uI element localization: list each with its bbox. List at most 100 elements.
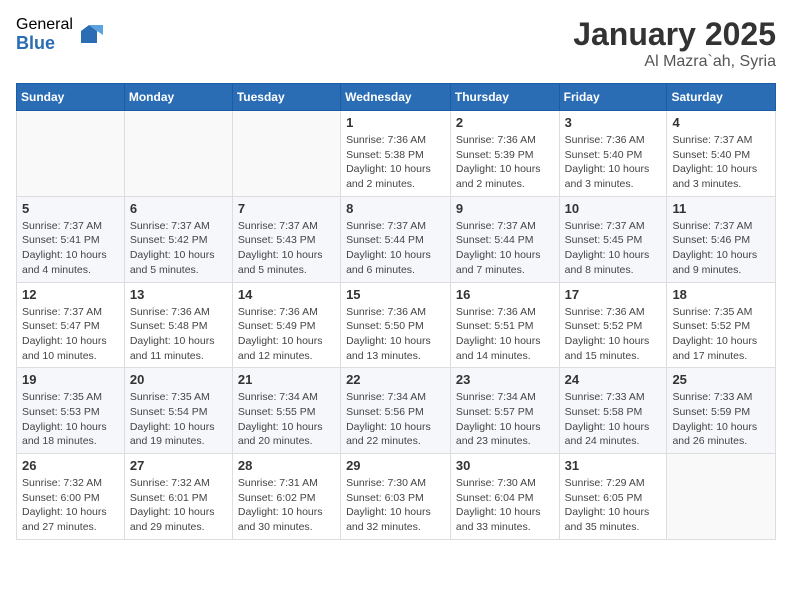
day-number: 1 [346,115,445,130]
calendar-cell: 15 Sunrise: 7:36 AM Sunset: 5:50 PM Dayli… [341,282,451,368]
day-info: Sunrise: 7:37 AM Sunset: 5:41 PM Dayligh… [22,219,119,278]
calendar-week-row: 26Sunrise: 7:32 AM Sunset: 6:00 PM Dayli… [17,454,776,540]
day-number: 16 [456,287,554,302]
day-number: 22 [346,372,445,387]
day-info: Sunrise: 7:33 AM Sunset: 5:58 PM Dayligh… [565,390,662,449]
day-info: Sunrise: 7:35 AM Sunset: 5:52 PM Dayligh… [672,305,770,364]
calendar-cell: 29 Sunrise: 7:30 AM Sunset: 6:03 PM Dayli… [341,454,451,540]
calendar-cell: 31 Sunrise: 7:29 AM Sunset: 6:05 PM Dayli… [559,454,667,540]
calendar-cell: 12Sunrise: 7:37 AM Sunset: 5:47 PM Dayli… [17,282,125,368]
day-number: 26 [22,458,119,473]
calendar-week-row: 1Sunrise: 7:36 AM Sunset: 5:38 PM Daylig… [17,111,776,197]
calendar-cell: 4Sunrise: 7:37 AM Sunset: 5:40 PM Daylig… [667,111,776,197]
day-info: Sunrise: 7:37 AM Sunset: 5:44 PM Dayligh… [346,219,445,278]
day-number: 31 [565,458,662,473]
calendar-cell [232,111,340,197]
day-number: 24 [565,372,662,387]
day-number: 14 [238,287,335,302]
calendar-cell: 11 Sunrise: 7:37 AM Sunset: 5:46 PM Dayli… [667,196,776,282]
day-number: 27 [130,458,227,473]
day-info: Sunrise: 7:29 AM Sunset: 6:05 PM Dayligh… [565,476,662,535]
calendar-cell: 3Sunrise: 7:36 AM Sunset: 5:40 PM Daylig… [559,111,667,197]
day-info: Sunrise: 7:36 AM Sunset: 5:39 PM Dayligh… [456,133,554,192]
day-info: Sunrise: 7:35 AM Sunset: 5:54 PM Dayligh… [130,390,227,449]
weekday-header: Tuesday [232,84,340,111]
weekday-header: Friday [559,84,667,111]
day-info: Sunrise: 7:36 AM Sunset: 5:50 PM Dayligh… [346,305,445,364]
calendar-cell: 24 Sunrise: 7:33 AM Sunset: 5:58 PM Dayli… [559,368,667,454]
calendar-cell [667,454,776,540]
day-number: 28 [238,458,335,473]
day-number: 20 [130,372,227,387]
weekday-header: Wednesday [341,84,451,111]
calendar-cell: 25 Sunrise: 7:33 AM Sunset: 5:59 PM Dayli… [667,368,776,454]
day-number: 25 [672,372,770,387]
title-block: January 2025 Al Mazra`ah, Syria [573,16,776,71]
day-number: 17 [565,287,662,302]
day-info: Sunrise: 7:36 AM Sunset: 5:52 PM Dayligh… [565,305,662,364]
calendar-cell: 6Sunrise: 7:37 AM Sunset: 5:42 PM Daylig… [124,196,232,282]
day-number: 2 [456,115,554,130]
calendar-week-row: 12Sunrise: 7:37 AM Sunset: 5:47 PM Dayli… [17,282,776,368]
calendar-cell: 17 Sunrise: 7:36 AM Sunset: 5:52 PM Dayli… [559,282,667,368]
calendar-cell: 1Sunrise: 7:36 AM Sunset: 5:38 PM Daylig… [341,111,451,197]
day-info: Sunrise: 7:30 AM Sunset: 6:03 PM Dayligh… [346,476,445,535]
day-info: Sunrise: 7:34 AM Sunset: 5:57 PM Dayligh… [456,390,554,449]
calendar-cell: 27 Sunrise: 7:32 AM Sunset: 6:01 PM Dayli… [124,454,232,540]
day-info: Sunrise: 7:37 AM Sunset: 5:43 PM Dayligh… [238,219,335,278]
day-number: 13 [130,287,227,302]
calendar-cell: 13 Sunrise: 7:36 AM Sunset: 5:48 PM Dayli… [124,282,232,368]
calendar-cell [17,111,125,197]
calendar-cell [124,111,232,197]
day-number: 21 [238,372,335,387]
day-number: 8 [346,201,445,216]
day-info: Sunrise: 7:35 AM Sunset: 5:53 PM Dayligh… [22,390,119,449]
day-info: Sunrise: 7:37 AM Sunset: 5:46 PM Dayligh… [672,219,770,278]
calendar-cell: 19 Sunrise: 7:35 AM Sunset: 5:53 PM Dayli… [17,368,125,454]
day-info: Sunrise: 7:36 AM Sunset: 5:51 PM Dayligh… [456,305,554,364]
day-info: Sunrise: 7:37 AM Sunset: 5:45 PM Dayligh… [565,219,662,278]
calendar-cell: 10 Sunrise: 7:37 AM Sunset: 5:45 PM Dayli… [559,196,667,282]
calendar-cell: 5 Sunrise: 7:37 AM Sunset: 5:41 PM Daylig… [17,196,125,282]
day-number: 29 [346,458,445,473]
day-number: 5 [22,201,119,216]
day-info: Sunrise: 7:31 AM Sunset: 6:02 PM Dayligh… [238,476,335,535]
day-number: 11 [672,201,770,216]
calendar-cell: 18 Sunrise: 7:35 AM Sunset: 5:52 PM Dayli… [667,282,776,368]
calendar-cell: 22Sunrise: 7:34 AM Sunset: 5:56 PM Dayli… [341,368,451,454]
weekday-header: Saturday [667,84,776,111]
calendar-cell: 21Sunrise: 7:34 AM Sunset: 5:55 PM Dayli… [232,368,340,454]
day-info: Sunrise: 7:36 AM Sunset: 5:48 PM Dayligh… [130,305,227,364]
day-info: Sunrise: 7:32 AM Sunset: 6:01 PM Dayligh… [130,476,227,535]
calendar-subtitle: Al Mazra`ah, Syria [573,53,776,71]
day-number: 7 [238,201,335,216]
day-info: Sunrise: 7:33 AM Sunset: 5:59 PM Dayligh… [672,390,770,449]
day-number: 18 [672,287,770,302]
day-info: Sunrise: 7:36 AM Sunset: 5:49 PM Dayligh… [238,305,335,364]
logo-blue: Blue [16,34,73,54]
day-number: 12 [22,287,119,302]
calendar-cell: 16 Sunrise: 7:36 AM Sunset: 5:51 PM Dayli… [450,282,559,368]
calendar-cell: 23 Sunrise: 7:34 AM Sunset: 5:57 PM Dayli… [450,368,559,454]
weekday-header: Thursday [450,84,559,111]
day-number: 4 [672,115,770,130]
calendar-cell: 8 Sunrise: 7:37 AM Sunset: 5:44 PM Daylig… [341,196,451,282]
day-info: Sunrise: 7:36 AM Sunset: 5:40 PM Dayligh… [565,133,662,192]
calendar-title: January 2025 [573,16,776,53]
day-number: 23 [456,372,554,387]
calendar-cell: 14 Sunrise: 7:36 AM Sunset: 5:49 PM Dayli… [232,282,340,368]
logo: General Blue [16,16,103,53]
day-number: 19 [22,372,119,387]
calendar-cell: 30Sunrise: 7:30 AM Sunset: 6:04 PM Dayli… [450,454,559,540]
page-header: General Blue January 2025 Al Mazra`ah, S… [16,16,776,71]
calendar-cell: 7 Sunrise: 7:37 AM Sunset: 5:43 PM Daylig… [232,196,340,282]
weekday-header: Sunday [17,84,125,111]
calendar-cell: 26Sunrise: 7:32 AM Sunset: 6:00 PM Dayli… [17,454,125,540]
day-number: 15 [346,287,445,302]
day-number: 10 [565,201,662,216]
day-info: Sunrise: 7:37 AM Sunset: 5:44 PM Dayligh… [456,219,554,278]
logo-general: General [16,16,73,34]
weekday-header: Monday [124,84,232,111]
day-info: Sunrise: 7:37 AM Sunset: 5:42 PM Dayligh… [130,219,227,278]
calendar-cell: 2 Sunrise: 7:36 AM Sunset: 5:39 PM Daylig… [450,111,559,197]
